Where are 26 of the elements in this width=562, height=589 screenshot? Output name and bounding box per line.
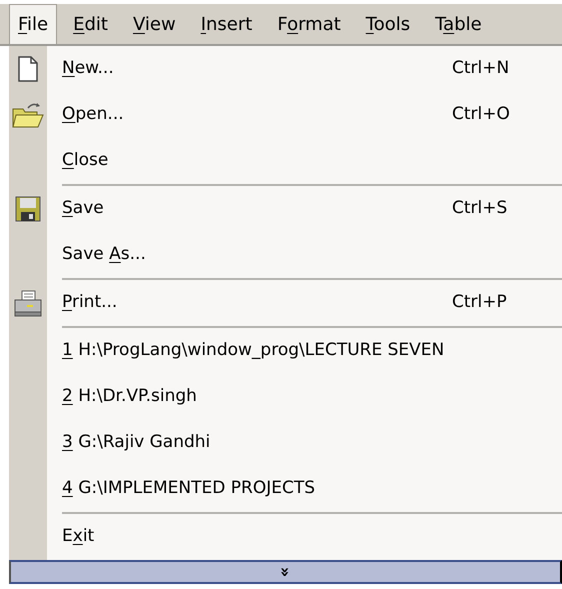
menu-bar-item[interactable]: File — [9, 4, 58, 44]
shortcut-text: Ctrl+P — [452, 292, 507, 312]
menu-item[interactable]: Open... — [62, 104, 124, 124]
menu-item[interactable]: 2 H:\Dr.VP.singh — [62, 386, 197, 406]
menu-item[interactable]: Save As... — [62, 244, 146, 264]
menu-bar-item[interactable]: Tools — [356, 4, 420, 44]
expand-menu-button[interactable]: » — [9, 560, 562, 584]
menu-item[interactable]: Print... — [62, 292, 118, 312]
shortcut-text: Ctrl+O — [452, 104, 510, 124]
shortcut-text: Ctrl+N — [452, 58, 510, 78]
menu-bar-item[interactable]: Format — [268, 4, 350, 44]
menu-item[interactable]: 3 G:\Rajiv Gandhi — [62, 432, 210, 452]
menu-item[interactable]: Close — [62, 150, 108, 170]
printer-icon — [13, 289, 43, 317]
menu-item[interactable]: Save — [62, 198, 104, 218]
document-icon — [17, 56, 39, 82]
menu-item[interactable]: New... — [62, 58, 114, 78]
shortcut-text: Ctrl+S — [452, 198, 508, 218]
menu-item[interactable]: 4 G:\IMPLEMENTED PROJECTS — [62, 478, 315, 498]
menu-item[interactable]: Exit — [62, 526, 94, 546]
menu-bar-item[interactable]: View — [124, 4, 185, 44]
menu-item[interactable]: 1 H:\ProgLang\window_prog\LECTURE SEVEN — [62, 340, 444, 360]
menu-bar-item[interactable]: Edit — [64, 4, 117, 44]
menu-bar-item[interactable]: Insert — [192, 4, 262, 44]
folder-icon — [12, 101, 44, 129]
menu-bar-item[interactable]: Table — [426, 4, 491, 44]
